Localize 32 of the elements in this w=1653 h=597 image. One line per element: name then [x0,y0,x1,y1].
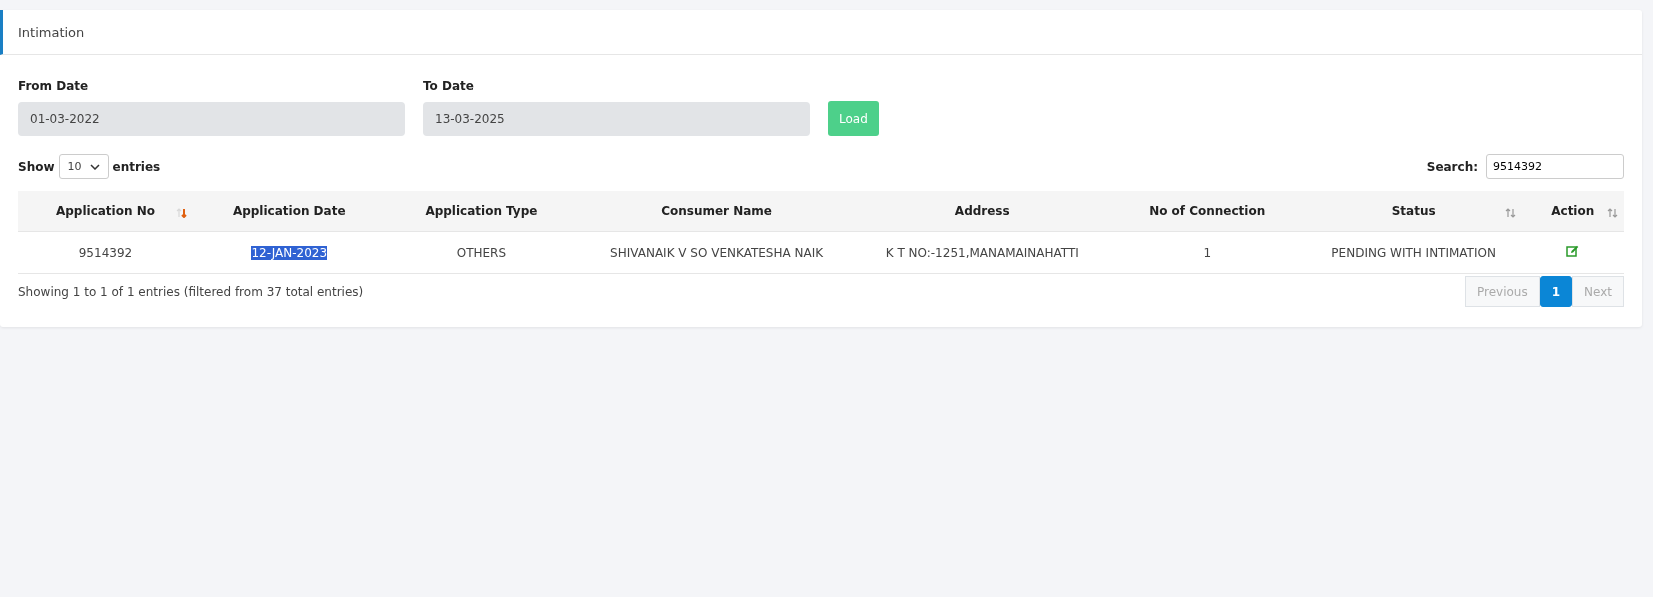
field-label: From Date [18,79,90,93]
sort-icon[interactable] [1607,208,1618,218]
table-cell: OTHERS [385,231,578,274]
table-cell: K T NO:-1251,MANAMAINAHATTI [855,231,1109,274]
show-label: Show [18,159,55,174]
field-label: To Date [423,79,475,93]
search-label: Search: [1426,159,1478,174]
date-field[interactable]: 01-03-2022 [18,102,405,136]
column-header[interactable]: Status [1305,191,1522,232]
column-header[interactable]: No of Connection [1108,191,1306,232]
edit-icon[interactable] [1566,245,1580,257]
entries-label: entries [112,159,161,174]
table-cell: 9514392 [18,231,193,274]
page-button[interactable]: 1 [1539,276,1573,307]
entries-select[interactable]: 10 [58,154,109,179]
chevron-down-icon [89,163,100,170]
sort-icon[interactable] [175,208,187,218]
card-title: Intimation [18,24,85,40]
table-cell: SHIVANAIK V SO VENKATESHA NAIK [577,231,856,274]
column-header[interactable]: Application Type [385,191,578,232]
date-field[interactable]: 13-03-2025 [423,102,810,136]
table-cell: PENDING WITH INTIMATION [1305,231,1522,274]
search-field[interactable]: 9514392 [1486,154,1624,179]
table-cell: 1 [1108,231,1306,274]
column-header[interactable]: Consumer Name [577,191,856,232]
column-header[interactable]: Action [1521,191,1624,232]
column-header[interactable]: Address [855,191,1109,232]
column-header[interactable]: Application No [18,191,193,232]
sort-icon[interactable] [1504,208,1516,218]
column-header[interactable]: Application Date [192,191,386,232]
table-info: Showing 1 to 1 of 1 entries (filtered from 37 total entries) [18,284,364,299]
table-cell: 12-JAN-2023 [192,231,386,274]
